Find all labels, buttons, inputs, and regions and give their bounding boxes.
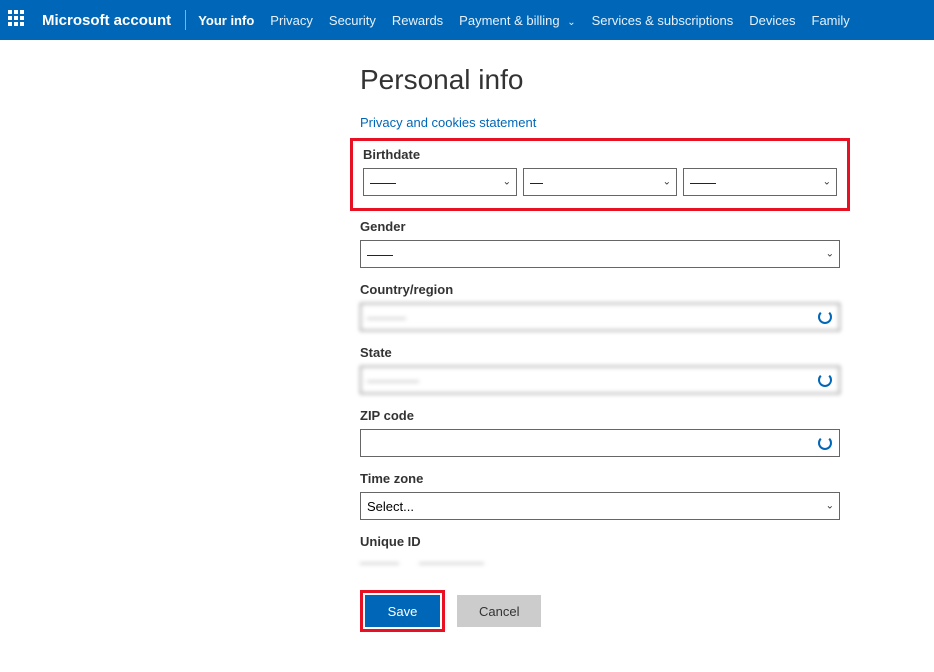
nav-your-info[interactable]: Your info — [198, 13, 254, 28]
nav-payment-billing-label: Payment & billing — [459, 13, 559, 28]
timezone-select[interactable]: Select... — [360, 492, 840, 520]
state-label: State — [360, 345, 840, 360]
page-title: Personal info — [360, 64, 840, 96]
nav-services[interactable]: Services & subscriptions — [592, 13, 734, 28]
nav-payment-billing[interactable]: Payment & billing ⌄ — [459, 13, 575, 28]
nav-family[interactable]: Family — [812, 13, 850, 28]
birthdate-highlight: Birthdate —— ⌄ — ⌄ —— — [350, 138, 850, 211]
save-button-highlight: Save — [360, 590, 445, 632]
zip-input[interactable] — [360, 429, 840, 457]
privacy-cookies-link[interactable]: Privacy and cookies statement — [360, 115, 536, 130]
state-input[interactable] — [360, 366, 840, 394]
timezone-label: Time zone — [360, 471, 840, 486]
nav-security[interactable]: Security — [329, 13, 376, 28]
nav-devices[interactable]: Devices — [749, 13, 795, 28]
nav-rewards[interactable]: Rewards — [392, 13, 443, 28]
save-button[interactable]: Save — [365, 595, 440, 627]
cancel-button[interactable]: Cancel — [457, 595, 541, 627]
birthdate-year-select[interactable]: —— — [683, 168, 837, 196]
chevron-down-icon: ⌄ — [567, 17, 575, 28]
country-input[interactable] — [360, 303, 840, 331]
zip-label: ZIP code — [360, 408, 840, 423]
birthdate-month-select[interactable]: —— — [363, 168, 517, 196]
app-launcher-icon[interactable] — [8, 10, 28, 30]
content-area: Personal info Privacy and cookies statem… — [0, 40, 840, 672]
nav-divider — [185, 10, 186, 30]
gender-select[interactable]: —— — [360, 240, 840, 268]
unique-id-value-2: ————— — [419, 555, 484, 570]
button-row: Save Cancel — [360, 590, 840, 632]
birthdate-day-select[interactable]: — — [523, 168, 677, 196]
top-nav: Microsoft account Your info Privacy Secu… — [0, 0, 934, 40]
birthdate-label: Birthdate — [363, 147, 837, 162]
unique-id-value-1: ——— — [360, 555, 399, 570]
nav-privacy[interactable]: Privacy — [270, 13, 313, 28]
unique-id-label: Unique ID — [360, 534, 840, 549]
brand-title[interactable]: Microsoft account — [42, 12, 171, 29]
gender-label: Gender — [360, 219, 840, 234]
country-label: Country/region — [360, 282, 840, 297]
